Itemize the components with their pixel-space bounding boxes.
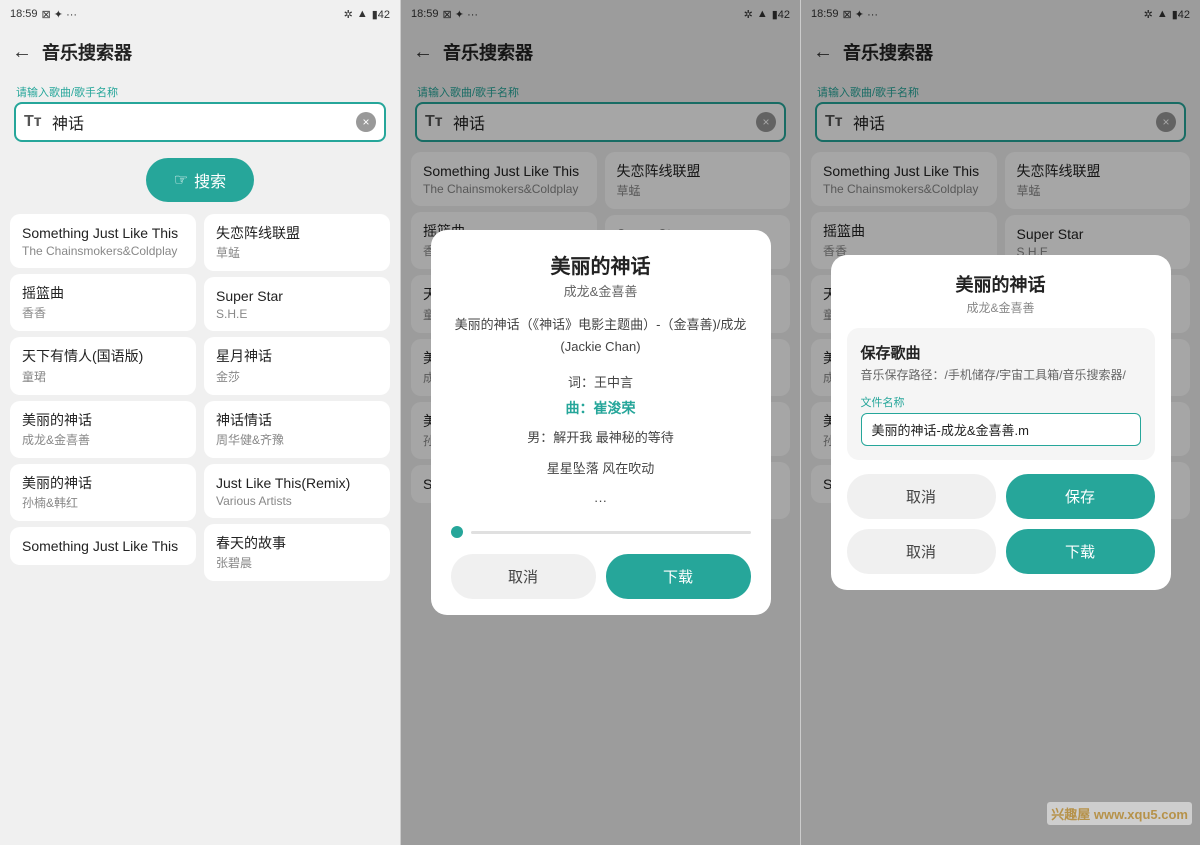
result-artist: 周华健&齐豫 (216, 431, 378, 448)
song-card-actions: 取消 下载 (451, 554, 751, 599)
song-progress (451, 526, 751, 538)
search-button-1[interactable]: ☞ 搜索 (146, 158, 254, 202)
status-right: ✲ ▲ ▮42 (344, 8, 390, 21)
result-title: 星月神话 (216, 347, 378, 365)
list-item[interactable]: Something Just Like This The Chainsmokers… (10, 214, 196, 268)
result-title: 美丽的神话 (22, 474, 184, 492)
result-artist: Various Artists (216, 494, 378, 508)
result-artist: 草蜢 (216, 244, 378, 261)
list-item[interactable]: 神话情话周华健&齐豫 (204, 401, 390, 458)
result-artist: 金莎 (216, 368, 378, 385)
search-btn-label-1: 搜索 (194, 168, 226, 192)
save-dialog-title: 保存歌曲 (861, 342, 1141, 363)
panel-1: 18:59 ⊠ ✦ ··· ✲ ▲ ▮42 ← 音乐搜索器 请输入歌曲/歌手名称… (0, 0, 400, 845)
search-area-1: 请输入歌曲/歌手名称 Tт 神话 × (0, 76, 400, 148)
status-time: 18:59 (10, 8, 38, 20)
result-artist: S.H.E (216, 307, 378, 321)
save-song-artist: 成龙&金喜善 (847, 299, 1155, 316)
back-button-1[interactable]: ← (12, 41, 32, 64)
result-title: 摇篮曲 (22, 284, 184, 302)
battery-icon: ▮42 (372, 8, 390, 21)
result-artist: 童珺 (22, 368, 184, 385)
app-header-1: ← 音乐搜索器 (0, 28, 400, 76)
result-title: 失恋阵线联盟 (216, 224, 378, 242)
filename-input[interactable] (861, 413, 1141, 446)
clear-button-1[interactable]: × (356, 112, 376, 132)
save-card: 美丽的神话 成龙&金喜善 保存歌曲 音乐保存路径：/手机储存/宇宙工具箱/音乐搜… (831, 255, 1171, 590)
list-item[interactable]: 失恋阵线联盟草蜢 (204, 214, 390, 271)
download-button-2[interactable]: 下载 (606, 554, 751, 599)
song-composer: 曲：崔浚荣 (451, 398, 751, 418)
app-title-1: 音乐搜索器 (42, 39, 132, 65)
list-item[interactable]: Super Star S.H.E (204, 277, 390, 331)
search-hand-icon: ☞ (174, 170, 188, 190)
song-lyric-line1: 男：解开我 最神秘的等待 (451, 426, 751, 449)
song-card-title: 美丽的神话 (451, 250, 751, 279)
list-item[interactable]: 美丽的神话成龙&金喜善 (10, 401, 196, 458)
save-button[interactable]: 保存 (1006, 474, 1155, 519)
list-item[interactable]: 春天的故事张碧晨 (204, 524, 390, 581)
list-item[interactable]: Just Like This(Remix) Various Artists (204, 464, 390, 518)
progress-dot (451, 526, 463, 538)
search-box-1: Tт 神话 × (14, 102, 386, 142)
result-artist: 孙楠&韩红 (22, 494, 184, 511)
save-actions: 取消 保存 (847, 474, 1155, 519)
result-artist: 成龙&金喜善 (22, 431, 184, 448)
result-title: 神话情话 (216, 411, 378, 429)
result-title: Super Star (216, 287, 378, 305)
results-col-left-1: Something Just Like This The Chainsmokers… (10, 214, 196, 841)
search-input-1[interactable]: 神话 (52, 110, 350, 134)
wifi-icon: ▲ (357, 8, 368, 20)
save-outer-actions: 取消 下载 (847, 529, 1155, 574)
song-lyric-line2: 星星坠落 风在吹动 (451, 457, 751, 480)
result-title: Something Just Like This (22, 224, 184, 242)
result-artist: 香香 (22, 304, 184, 321)
list-item[interactable]: 星月神话金莎 (204, 337, 390, 394)
results-list-1: Something Just Like This The Chainsmokers… (0, 210, 400, 845)
progress-bar[interactable] (471, 531, 751, 534)
status-left: 18:59 ⊠ ✦ ··· (10, 8, 77, 21)
filename-label: 文件名称 (861, 394, 1141, 410)
song-detail-overlay: 美丽的神话 成龙&金喜善 美丽的神话（《神话》电影主题曲）-（金喜善)/成龙 (… (401, 0, 800, 845)
status-icons-left: ⊠ ✦ ··· (42, 8, 78, 21)
list-item[interactable]: 美丽的神话孙楠&韩红 (10, 464, 196, 521)
cancel-button-3[interactable]: 取消 (847, 529, 996, 574)
result-title: Just Like This(Remix) (216, 474, 378, 492)
song-lyricist: 词：王中言 (451, 372, 751, 394)
download-button-3[interactable]: 下载 (1006, 529, 1155, 574)
cancel-button-2[interactable]: 取消 (451, 554, 596, 599)
song-lyric-ellipsis: ··· (451, 489, 751, 512)
list-item[interactable]: Something Just Like This (10, 527, 196, 565)
search-label-1: 请输入歌曲/歌手名称 (16, 84, 386, 100)
save-song-title: 美丽的神话 (847, 271, 1155, 297)
result-title: Something Just Like This (22, 537, 184, 555)
status-bar-1: 18:59 ⊠ ✦ ··· ✲ ▲ ▮42 (0, 0, 400, 28)
result-title: 天下有情人(国语版) (22, 347, 184, 365)
result-artist: 张碧晨 (216, 554, 378, 571)
save-path: 音乐保存路径：/手机储存/宇宙工具箱/音乐搜索器/ (861, 367, 1141, 384)
save-inner-dialog: 保存歌曲 音乐保存路径：/手机储存/宇宙工具箱/音乐搜索器/ 文件名称 (847, 328, 1155, 460)
bluetooth-icon: ✲ (344, 8, 353, 21)
results-col-right-1: 失恋阵线联盟草蜢 Super Star S.H.E 星月神话金莎神话情话周华健&齐豫 J… (204, 214, 390, 841)
result-title: 春天的故事 (216, 534, 378, 552)
song-card-artist: 成龙&金喜善 (451, 281, 751, 300)
save-cancel-button[interactable]: 取消 (847, 474, 996, 519)
result-title: 美丽的神话 (22, 411, 184, 429)
list-item[interactable]: 摇篮曲香香 (10, 274, 196, 331)
song-detail-card: 美丽的神话 成龙&金喜善 美丽的神话（《神话》电影主题曲）-（金喜善)/成龙 (… (431, 230, 771, 615)
song-description: 美丽的神话（《神话》电影主题曲）-（金喜善)/成龙 (Jackie Chan) (451, 314, 751, 358)
font-size-icon-1: Tт (24, 113, 46, 131)
list-item[interactable]: 天下有情人(国语版) 童珺 (10, 337, 196, 394)
panel-2: 18:59 ⊠ ✦ ··· ✲ ▲ ▮42 ← 音乐搜索器 请输入歌曲/歌手名称… (400, 0, 800, 845)
result-artist: The Chainsmokers&Coldplay (22, 244, 184, 258)
search-btn-area-1: ☞ 搜索 (0, 148, 400, 210)
panel-3: 18:59 ⊠ ✦ ··· ✲ ▲ ▮42 ← 音乐搜索器 请输入歌曲/歌手名称… (800, 0, 1200, 845)
save-overlay: 美丽的神话 成龙&金喜善 保存歌曲 音乐保存路径：/手机储存/宇宙工具箱/音乐搜… (801, 0, 1200, 845)
watermark: 兴趣屋 www.xqu5.com (1047, 802, 1192, 825)
